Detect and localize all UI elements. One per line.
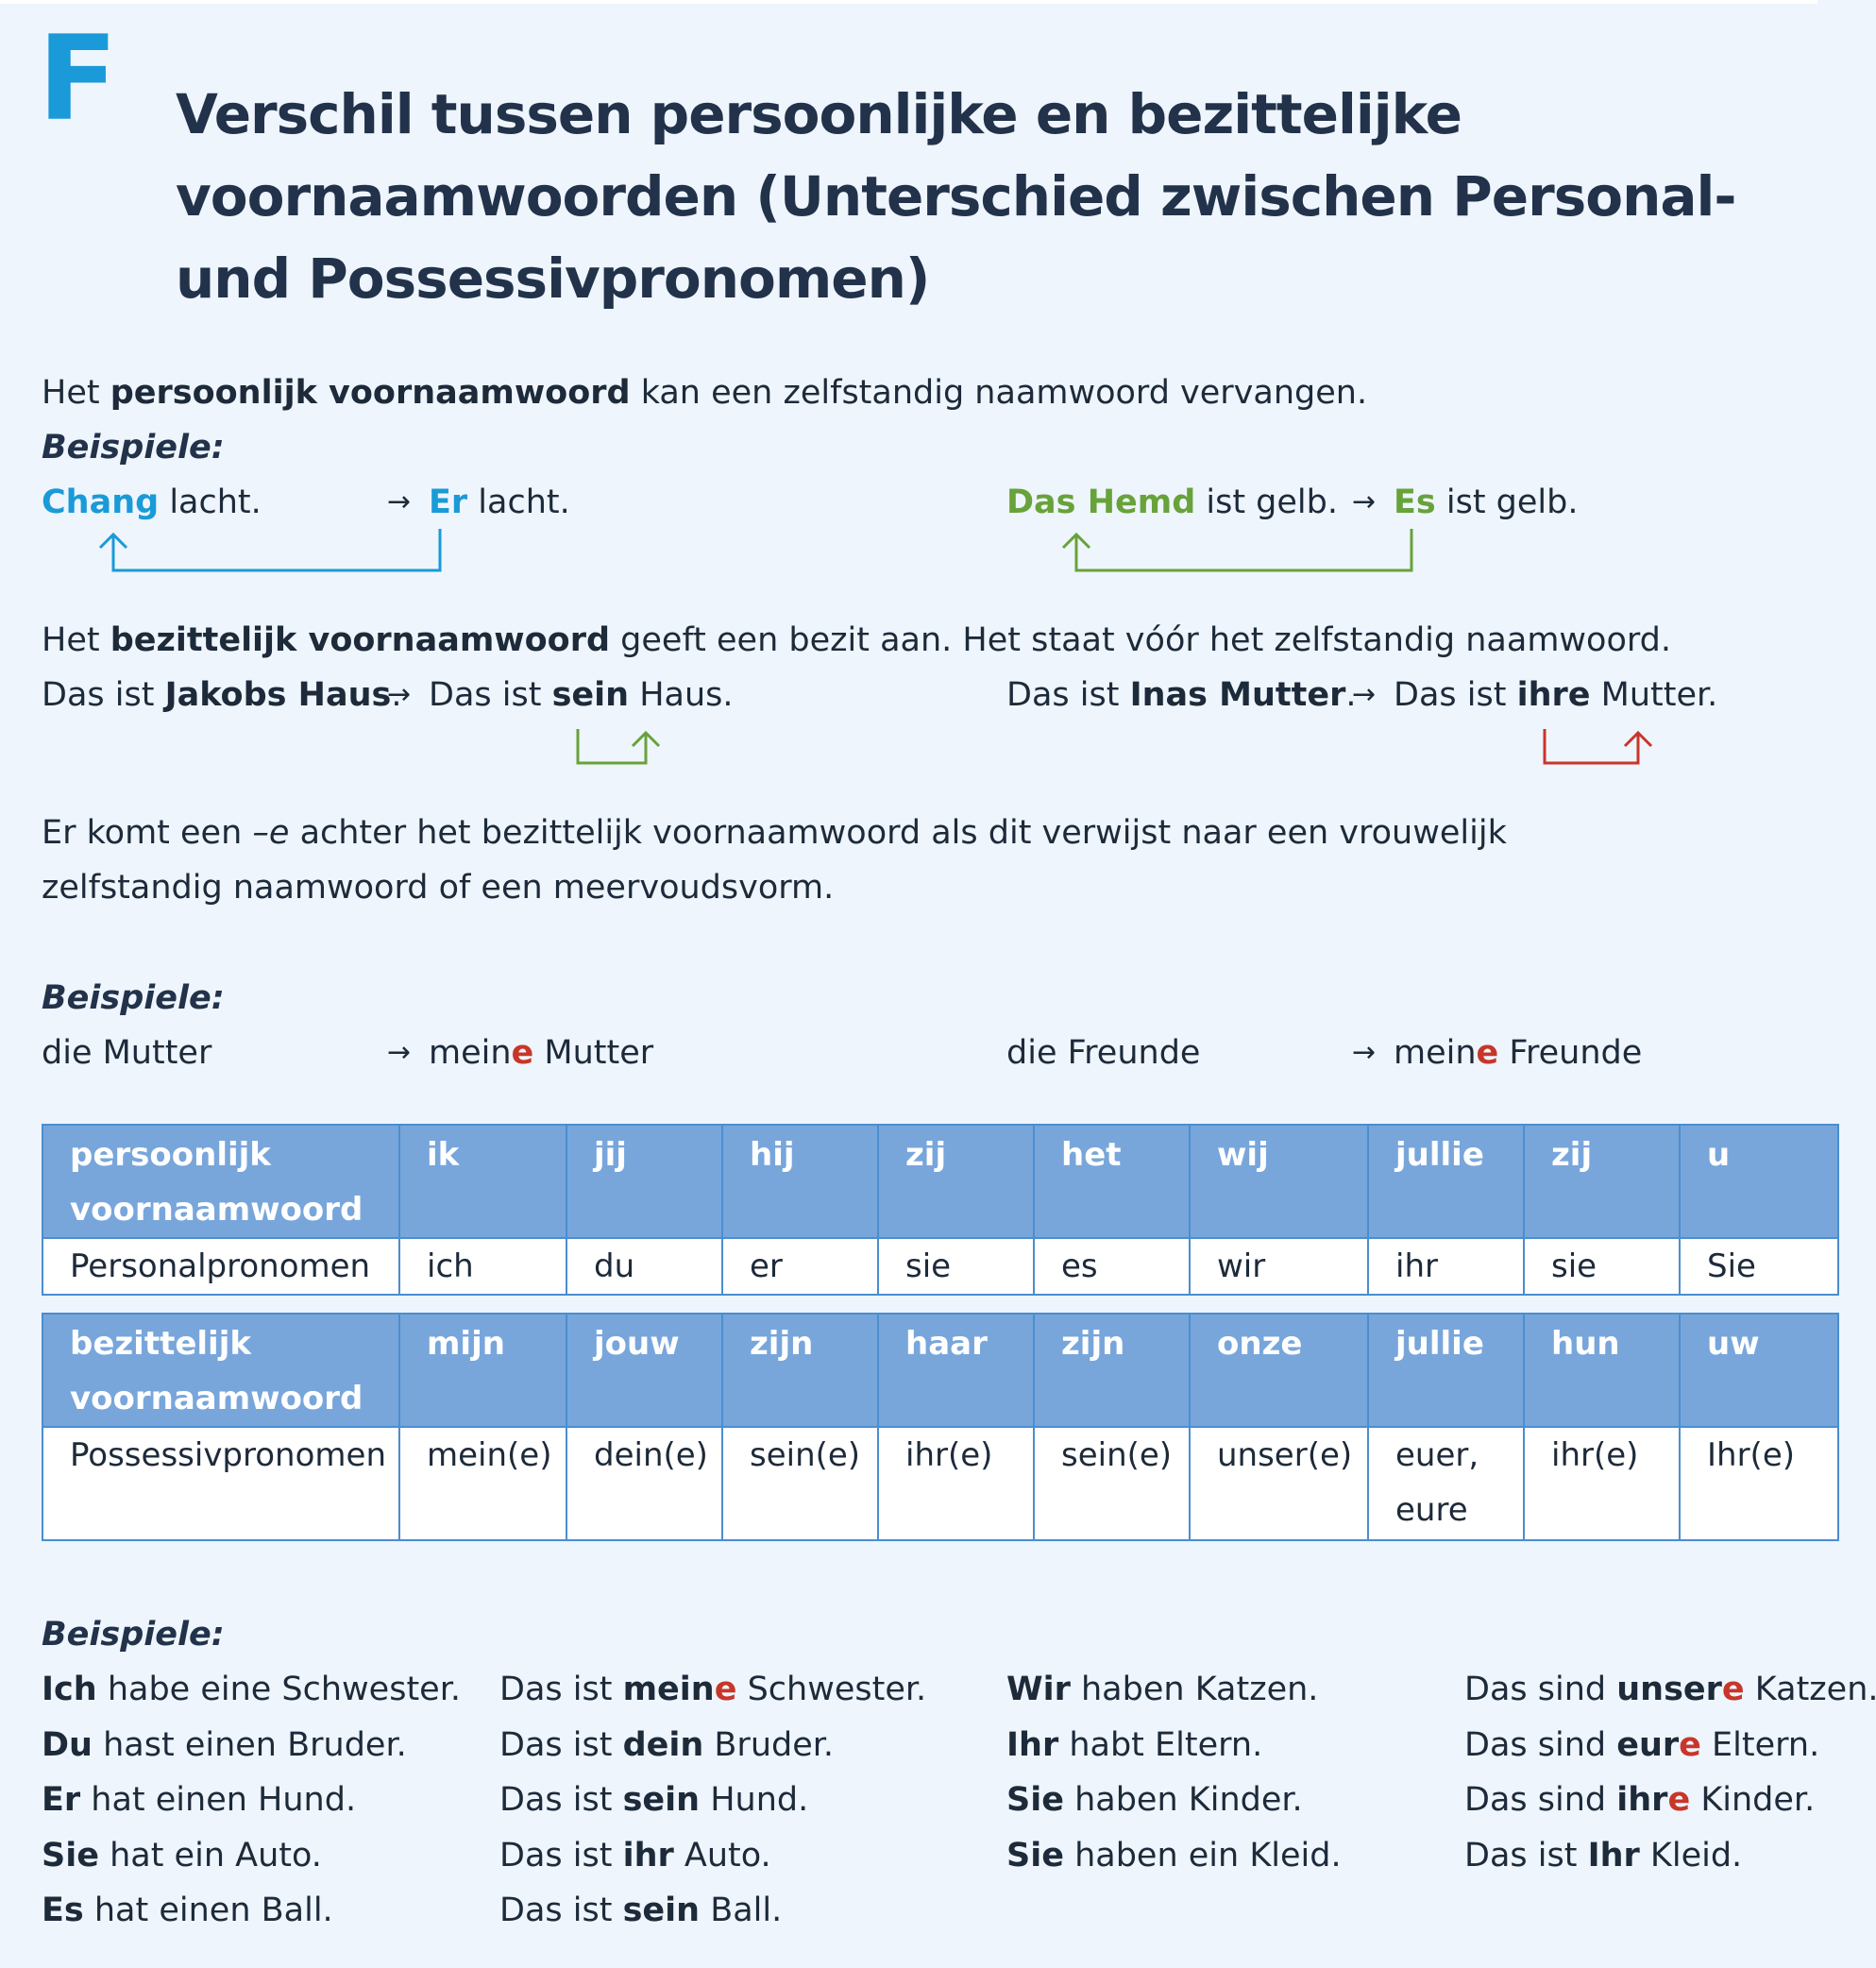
arrow-icon: →: [1352, 1036, 1376, 1069]
table-cell: jij: [566, 1124, 723, 1239]
list-item: Das ist ihr Auto.: [499, 1836, 771, 1875]
table-cell: ihr: [1367, 1237, 1525, 1296]
table-cell: persoonlijk voornaamwoord: [42, 1124, 400, 1239]
table-cell: du: [566, 1237, 723, 1296]
table-cell: ik: [398, 1124, 567, 1239]
table-cell: euer, eure: [1367, 1426, 1525, 1541]
table-cell: haar: [877, 1313, 1035, 1428]
table-row: Personalpronomen ich du er sie es wir ih…: [42, 1237, 1839, 1296]
arrow-icon: →: [387, 1036, 411, 1069]
examples-col-4: Das sind unsere Katzen. Das sind eure El…: [1464, 1662, 1876, 1883]
intro-possessive: Het bezittelijk voornaamwoord geeft een …: [42, 621, 1671, 659]
examples-col-2: Das ist meine Schwester. Das ist dein Br…: [499, 1662, 926, 1939]
beispiele-label-3: Beispiele:: [42, 1616, 225, 1654]
table-cell: sein(e): [721, 1426, 879, 1541]
list-item: Das ist meine Schwester.: [499, 1671, 927, 1708]
list-item: Sie haben Kinder.: [1006, 1781, 1303, 1819]
list-item: Ich habe eine Schwester.: [42, 1671, 462, 1708]
table-cell: u: [1679, 1124, 1839, 1239]
table-cell: onze: [1189, 1313, 1369, 1428]
table-cell: het: [1033, 1124, 1191, 1239]
connector-green: [1061, 529, 1413, 572]
connector-green-possessive: [576, 729, 661, 765]
table-cell: ihr(e): [877, 1426, 1035, 1541]
table-cell: ihr(e): [1523, 1426, 1681, 1541]
arrow-icon: →: [387, 678, 411, 711]
table-cell: sie: [1523, 1237, 1681, 1296]
connector-red-possessive: [1543, 729, 1653, 765]
table-cell: jullie: [1367, 1313, 1525, 1428]
table-cell: zijn: [721, 1313, 879, 1428]
list-item: Das ist sein Hund.: [499, 1781, 809, 1819]
table-cell: jouw: [566, 1313, 723, 1428]
arrow-icon: →: [1352, 678, 1376, 711]
table-cell: dein(e): [566, 1426, 723, 1541]
table-cell: hun: [1523, 1313, 1681, 1428]
table-cell: ich: [398, 1237, 567, 1296]
table-cell: Sie: [1679, 1237, 1839, 1296]
table-cell: zij: [1523, 1124, 1681, 1239]
table-cell: wij: [1189, 1124, 1369, 1239]
example-ihre-mutter: Das ist ihre Mutter.: [1394, 676, 1718, 714]
table-cell: Personalpronomen: [42, 1237, 400, 1296]
list-item: Das ist dein Bruder.: [499, 1725, 835, 1764]
list-item: Du hast einen Bruder.: [42, 1725, 407, 1764]
table-cell: unser(e): [1189, 1426, 1369, 1541]
example-sein-haus: Das ist sein Haus.: [429, 676, 734, 714]
example-jakob: Das ist Jakobs Haus.: [42, 676, 402, 714]
list-item: Wir haben Katzen.: [1006, 1671, 1319, 1708]
list-item: Das sind ihre Kinder.: [1464, 1781, 1816, 1819]
examples-col-3: Wir haben Katzen. Ihr habt Eltern. Sie h…: [1006, 1662, 1342, 1883]
list-item: Sie hat ein Auto.: [42, 1836, 322, 1875]
table-row: Possessivpronomen mein(e) dein(e) sein(e…: [42, 1426, 1839, 1541]
beispiele-label-2: Beispiele:: [42, 979, 225, 1017]
list-item: Das sind unsere Katzen.: [1464, 1671, 1876, 1708]
table-header-row: bezittelijk voornaamwoord mijn jouw zijn…: [42, 1313, 1839, 1428]
list-item: Ihr habt Eltern.: [1006, 1725, 1263, 1764]
table-cell: sein(e): [1033, 1426, 1191, 1541]
list-item: Das sind eure Eltern.: [1464, 1725, 1820, 1764]
table-cell: zijn: [1033, 1313, 1191, 1428]
example-meine-freunde: meine Freunde: [1394, 1034, 1643, 1072]
personal-pronoun-table: persoonlijk voornaamwoord ik jij hij zij…: [42, 1124, 1839, 1296]
examples-col-1: Ich habe eine Schwester. Du hast einen B…: [42, 1662, 461, 1939]
table-cell: mein(e): [398, 1426, 567, 1541]
list-item: Er hat einen Hund.: [42, 1781, 357, 1819]
table-cell: zij: [877, 1124, 1035, 1239]
table-cell: Possessivpronomen: [42, 1426, 400, 1541]
table-cell: es: [1033, 1237, 1191, 1296]
possessive-pronoun-table: bezittelijk voornaamwoord mijn jouw zijn…: [42, 1313, 1839, 1541]
table-cell: mijn: [398, 1313, 567, 1428]
table-header-row: persoonlijk voornaamwoord ik jij hij zij…: [42, 1124, 1839, 1239]
table-cell: uw: [1679, 1313, 1839, 1428]
table-cell: bezittelijk voornaamwoord: [42, 1313, 400, 1428]
table-cell: wir: [1189, 1237, 1369, 1296]
reference-connectors: [98, 529, 1653, 765]
list-item: Es hat einen Ball.: [42, 1892, 333, 1929]
list-item: Sie haben ein Kleid.: [1006, 1836, 1342, 1875]
example-die-mutter: die Mutter: [42, 1034, 212, 1072]
table-cell: hij: [721, 1124, 879, 1239]
example-ina: Das ist Inas Mutter.: [1006, 676, 1357, 714]
list-item: Das ist sein Ball.: [499, 1892, 783, 1929]
example-meine-mutter: meine Mutter: [429, 1034, 654, 1072]
list-item: Das ist Ihr Kleid.: [1464, 1836, 1743, 1875]
table-cell: jullie: [1367, 1124, 1525, 1239]
table-cell: er: [721, 1237, 879, 1296]
rule-ending-e: Er komt een –e achter het bezittelijk vo…: [42, 814, 1507, 907]
table-cell: Ihr(e): [1679, 1426, 1839, 1541]
example-die-freunde: die Freunde: [1006, 1034, 1201, 1072]
table-cell: sie: [877, 1237, 1035, 1296]
connector-blue: [98, 529, 442, 572]
